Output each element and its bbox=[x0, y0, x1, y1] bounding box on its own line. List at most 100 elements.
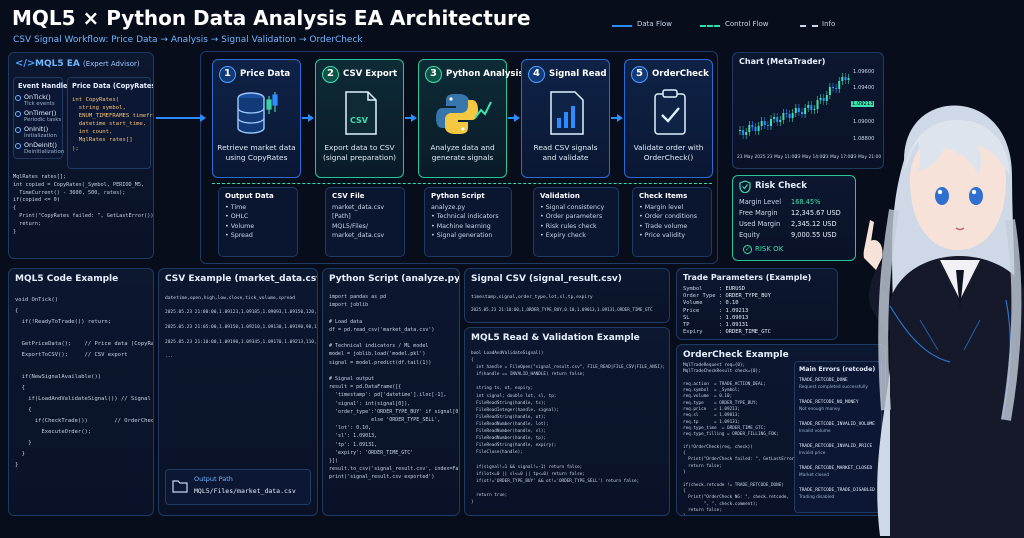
detail-validation: Validation • Signal consistency • Order p… bbox=[533, 187, 619, 257]
param-key: Price bbox=[683, 307, 700, 314]
candle bbox=[788, 114, 791, 118]
handler-desc: Periodic tasks bbox=[24, 116, 62, 123]
detail-title: Validation bbox=[540, 192, 580, 200]
step-desc: Retrieve market data using CopyRates bbox=[217, 143, 296, 162]
detail-csv-file: CSV File market_data.csv [Path] MQL5/File… bbox=[325, 187, 405, 257]
candle bbox=[841, 77, 844, 81]
csv-example-panel: CSV Example (market_data.csv) datetime,o… bbox=[158, 268, 318, 516]
ytick: 1.09400 bbox=[853, 85, 875, 91]
candle bbox=[773, 117, 776, 119]
signal-csv-panel: Signal CSV (signal_result.csv) timestamp… bbox=[464, 268, 670, 323]
panel-title: MQL5 Read & Validation Example bbox=[471, 333, 640, 343]
param-value: : EURUSD bbox=[719, 286, 745, 292]
code-block: MqlTradeRequest req={0}; MqlTradeCheckRe… bbox=[683, 363, 805, 515]
step-signal-read[interactable]: 4 Signal Read Read CSV signals and valid… bbox=[521, 59, 610, 178]
xtick: 23 May 14:00 bbox=[795, 155, 826, 160]
chart-title: Chart (MetaTrader) bbox=[739, 57, 826, 66]
xtick: 23 May 11:00 bbox=[767, 155, 798, 160]
candle bbox=[813, 109, 816, 110]
mql5-ea-panel: </> MQL5 EA (Expert Advisor) Event Handl… bbox=[8, 52, 154, 259]
detail-items: • Time • OHLC • Volume • Spread bbox=[225, 204, 255, 239]
detail-items: analyze.py • Technical indicators • Mach… bbox=[431, 204, 499, 239]
step-title: Price Data bbox=[240, 69, 291, 79]
ea-title-suffix: (Expert Advisor) bbox=[83, 60, 140, 68]
candle bbox=[754, 127, 757, 131]
detail-items: • Margin level • Order conditions • Trad… bbox=[639, 204, 698, 239]
panel-title: MQL5 Code Example bbox=[15, 274, 119, 284]
python-script-panel: Python Script (analyze.py) import pandas… bbox=[322, 268, 460, 516]
xtick: 23 May 17:00 bbox=[823, 155, 854, 160]
candle bbox=[748, 125, 751, 132]
risk-label: Equity bbox=[739, 231, 760, 239]
step-desc: Read CSV signals and validate bbox=[533, 143, 598, 162]
panel-title: CSV Example (market_data.csv) bbox=[165, 274, 318, 284]
risk-label: Used Margin bbox=[739, 220, 781, 228]
candle bbox=[742, 130, 745, 135]
ea-title: MQL5 EA (Expert Advisor) bbox=[35, 59, 140, 69]
detail-title: Output Data bbox=[225, 192, 274, 200]
detail-title: CSV File bbox=[332, 192, 365, 200]
signal-csv-row: 2025.05.23 21:10:00,1,ORDER_TYPE_BUY,0.1… bbox=[471, 307, 653, 312]
signal-document-icon bbox=[550, 91, 584, 135]
arrow-step3-step4 bbox=[508, 114, 520, 122]
risk-status: RISK OK bbox=[755, 245, 784, 253]
csv-file-icon bbox=[345, 91, 377, 135]
radio-icon bbox=[15, 95, 21, 101]
step-ordercheck[interactable]: 5 OrderCheck Validate order with OrderCh… bbox=[624, 59, 713, 178]
output-path-box: Output Path MQL5/Files/market_data.csv bbox=[165, 469, 311, 505]
xtick: 23 May 2025 bbox=[737, 155, 766, 160]
step-number: 5 bbox=[631, 66, 648, 83]
param-key: SL bbox=[683, 314, 690, 321]
step-number: 1 bbox=[219, 66, 236, 83]
step-title: Python Analysis bbox=[446, 69, 524, 79]
candle bbox=[770, 119, 772, 126]
candle bbox=[779, 120, 782, 122]
arrow-step1-step2 bbox=[302, 114, 314, 122]
csv-badge: CSV bbox=[350, 116, 368, 125]
panel-title: OrderCheck Example bbox=[683, 350, 789, 360]
folder-icon bbox=[172, 480, 188, 493]
trade-parameters-panel: Trade Parameters (Example) Symbol: EURUS… bbox=[676, 268, 838, 340]
param-key: TP bbox=[683, 322, 690, 328]
risk-value: 12,345.67 USD bbox=[791, 209, 841, 217]
csv-rows: 2025.05.23 21:00:00,1.09123,1.09185,1.09… bbox=[165, 310, 318, 360]
step-price-data[interactable]: 1 Price Data Retrieve market data using … bbox=[212, 59, 301, 178]
legend-data-flow: Data Flow bbox=[637, 20, 672, 28]
legend-info-icon bbox=[800, 25, 818, 27]
panel-title: Python Script (analyze.py) bbox=[329, 274, 460, 284]
detail-items: market_data.csv [Path] MQL5/Files/ marke… bbox=[332, 204, 385, 239]
param-value: : 1.09213 bbox=[719, 307, 749, 314]
signal-csv-header: timestamp,signal,order_type,lot,sl,tp,ex… bbox=[471, 295, 593, 300]
mql5-code-example-panel: MQL5 Code Example void OnTick() { if(!Re… bbox=[8, 268, 154, 516]
param-value: : 1.09131 bbox=[719, 322, 749, 328]
ordercheck-example-panel: OrderCheck Example MqlTradeRequest req={… bbox=[676, 344, 886, 516]
check-circle-icon: ✓ bbox=[743, 245, 752, 254]
candle bbox=[797, 108, 800, 112]
copyrates-usage-code: MqlRates rates[]; int copied = CopyRates… bbox=[13, 174, 154, 235]
candle bbox=[794, 108, 797, 113]
candle bbox=[810, 105, 813, 110]
param-key: Volume bbox=[683, 300, 703, 307]
candle bbox=[763, 121, 766, 125]
code-block: bool LoadAndValidateSignal() { int handl… bbox=[471, 351, 666, 505]
candle bbox=[816, 100, 819, 109]
risk-check-panel: Risk Check Margin Level 168.45% Free Margi… bbox=[732, 175, 856, 261]
candle bbox=[757, 126, 760, 131]
database-icon bbox=[237, 92, 278, 134]
param-key: Symbol bbox=[683, 286, 703, 292]
candle bbox=[801, 112, 803, 114]
candle bbox=[844, 77, 847, 80]
handler-desc: Tick events bbox=[24, 100, 55, 107]
code-icon: </> bbox=[15, 58, 36, 69]
step-title: OrderCheck bbox=[652, 69, 709, 79]
candle bbox=[828, 87, 831, 95]
step-csv-export[interactable]: 2 CSV Export CSV Export data to CSV (sig… bbox=[315, 59, 404, 178]
ytick: 1.09600 bbox=[853, 69, 875, 75]
page-subtitle: CSV Signal Workflow: Price Data → Analys… bbox=[13, 35, 363, 45]
step-python-analysis[interactable]: 3 Python Analysis Analyze data and gener… bbox=[418, 59, 524, 178]
shield-check-icon bbox=[739, 180, 751, 193]
candle bbox=[847, 78, 850, 80]
clipboard-check-icon bbox=[654, 89, 686, 135]
risk-value: 2,345.12 USD bbox=[791, 220, 837, 228]
detail-title: Check Items bbox=[639, 192, 688, 200]
